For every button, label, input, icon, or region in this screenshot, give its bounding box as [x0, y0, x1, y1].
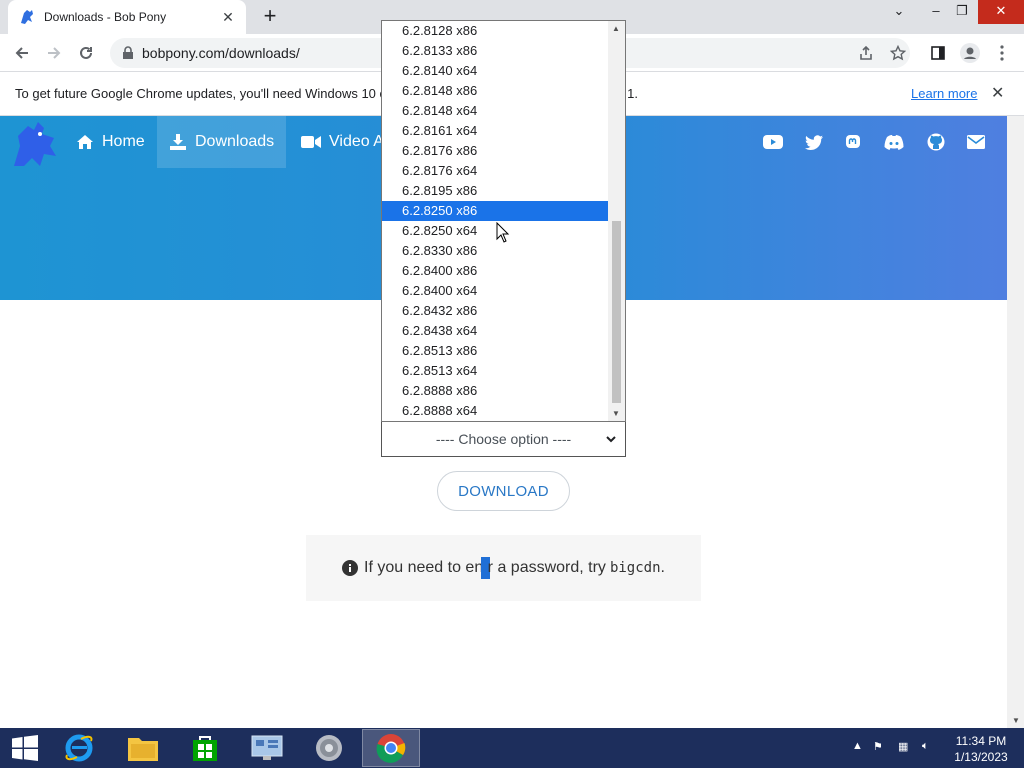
- version-select[interactable]: ---- Choose option ----: [381, 421, 626, 457]
- notice-period: .: [660, 559, 665, 576]
- dropdown-option[interactable]: 6.2.8400 x64: [382, 281, 608, 301]
- dropdown-option[interactable]: 6.2.8195 x86: [382, 181, 608, 201]
- nav-home[interactable]: Home: [64, 116, 157, 168]
- scroll-down-arrow-icon[interactable]: ▼: [1012, 716, 1020, 725]
- dropdown-scrollbar[interactable]: ▲ ▼: [608, 21, 625, 421]
- windows-taskbar: ▲ ⚑ ▦ 🔈︎ 11:34 PM 1/13/2023: [0, 728, 1024, 768]
- bobpony-favicon-icon: [21, 10, 33, 24]
- browser-tab[interactable]: Downloads - Bob Pony ✕: [8, 0, 246, 34]
- taskbar-internet-explorer[interactable]: [50, 729, 108, 767]
- download-icon: [170, 134, 186, 150]
- dropdown-option[interactable]: 6.2.8176 x64: [382, 161, 608, 181]
- dropdown-option[interactable]: 6.2.8888 x64: [382, 401, 608, 421]
- dropdown-option[interactable]: 6.2.8250 x64: [382, 221, 608, 241]
- infobar-close-icon[interactable]: ✕: [991, 83, 1004, 103]
- folder-icon: [128, 738, 158, 761]
- scroll-up-arrow-icon[interactable]: ▲: [612, 24, 620, 33]
- taskbar-sound[interactable]: [300, 729, 358, 767]
- dropdown-option[interactable]: 6.2.8140 x64: [382, 61, 608, 81]
- reload-icon[interactable]: [74, 42, 98, 64]
- password-notice: If you need to ent r a password, try big…: [306, 535, 701, 601]
- show-hidden-icons-icon[interactable]: ▲: [852, 740, 863, 752]
- twitter-icon[interactable]: [804, 132, 824, 152]
- windows-logo-icon: [12, 735, 38, 761]
- github-icon[interactable]: [926, 132, 946, 152]
- control-panel-icon: [251, 735, 283, 760]
- notice-text-start: If you need to ent: [364, 559, 488, 576]
- dropdown-option[interactable]: 6.2.8176 x86: [382, 141, 608, 161]
- clock-time: 11:34 PM: [955, 734, 1007, 748]
- tab-close-icon[interactable]: ✕: [220, 9, 236, 26]
- tab-title: Downloads - Bob Pony: [44, 10, 167, 24]
- page-scrollbar[interactable]: ▼: [1007, 116, 1024, 728]
- taskbar-file-explorer[interactable]: [114, 729, 172, 767]
- learn-more-link[interactable]: Learn more: [911, 86, 977, 101]
- notice-text-end: r a password, try: [487, 559, 606, 576]
- version-select-value: ---- Choose option ----: [435, 431, 572, 447]
- dropdown-scroll-thumb[interactable]: [612, 221, 621, 403]
- nav-home-label: Home: [102, 133, 145, 150]
- dropdown-option[interactable]: 6.2.8330 x86: [382, 241, 608, 261]
- chrome-icon: [376, 734, 406, 763]
- home-icon: [77, 135, 93, 149]
- mouse-pointer-icon: [496, 222, 510, 243]
- dropdown-option[interactable]: 6.2.8513 x64: [382, 361, 608, 381]
- scroll-down-arrow-icon[interactable]: ▼: [612, 409, 620, 418]
- store-icon: [193, 736, 217, 761]
- internet-explorer-icon: [65, 734, 93, 762]
- dropdown-option[interactable]: 6.2.8432 x86: [382, 301, 608, 321]
- dropdown-option[interactable]: 6.2.8400 x86: [382, 261, 608, 281]
- dropdown-option[interactable]: 6.2.8148 x64: [382, 101, 608, 121]
- dropdown-option[interactable]: 6.2.8161 x64: [382, 121, 608, 141]
- taskbar-control-panel[interactable]: [238, 729, 296, 767]
- url-text: bobpony.com/downloads/: [142, 45, 300, 61]
- action-center-flag-icon[interactable]: ⚑: [873, 740, 883, 753]
- menu-kebab-icon[interactable]: [990, 42, 1014, 64]
- dropdown-option[interactable]: 6.2.8148 x86: [382, 81, 608, 101]
- bookmark-star-icon[interactable]: [886, 42, 910, 64]
- dropdown-option[interactable]: 6.2.8888 x86: [382, 381, 608, 401]
- chevron-down-icon: [606, 436, 616, 443]
- back-icon[interactable]: [10, 42, 34, 64]
- email-icon[interactable]: [966, 132, 986, 152]
- taskbar-store[interactable]: [176, 729, 234, 767]
- nav-video-label: Video A: [329, 133, 384, 150]
- download-button[interactable]: DOWNLOAD: [437, 471, 570, 511]
- dropdown-option[interactable]: 6.2.8250 x86: [382, 201, 608, 221]
- new-tab-button[interactable]: +: [258, 5, 282, 29]
- dropdown-option[interactable]: 6.2.8128 x86: [382, 21, 608, 41]
- system-clock[interactable]: 11:34 PM 1/13/2023: [950, 733, 1012, 765]
- nav-downloads-label: Downloads: [195, 133, 275, 150]
- restore-button[interactable]: ❐: [946, 0, 978, 24]
- volume-icon[interactable]: 🔈︎: [922, 740, 929, 753]
- start-button[interactable]: [0, 729, 50, 767]
- nav-video[interactable]: Video A: [289, 116, 396, 168]
- clock-date: 1/13/2023: [954, 750, 1008, 764]
- side-panel-icon[interactable]: [926, 42, 950, 64]
- dropdown-options: 6.2.8128 x86 6.2.8133 x86 6.2.8140 x64 6.2.…: [382, 21, 608, 421]
- forward-icon[interactable]: [42, 42, 66, 64]
- version-dropdown-list[interactable]: 6.2.8128 x86 6.2.8133 x86 6.2.8140 x64 6.2.…: [381, 20, 626, 422]
- close-window-button[interactable]: ✕: [978, 0, 1024, 24]
- nav-downloads[interactable]: Downloads: [157, 116, 287, 168]
- lock-icon: [123, 46, 133, 59]
- discord-icon[interactable]: [884, 132, 904, 152]
- password-code: bigcdn: [609, 560, 661, 576]
- dropdown-option[interactable]: 6.2.8438 x64: [382, 321, 608, 341]
- dropdown-option[interactable]: 6.2.8133 x86: [382, 41, 608, 61]
- tab-search-icon[interactable]: ⌄: [883, 0, 915, 24]
- network-icon[interactable]: ▦: [898, 740, 908, 753]
- profile-avatar-icon[interactable]: [958, 42, 982, 64]
- info-circle-icon: [342, 560, 359, 576]
- speaker-icon: [316, 735, 342, 761]
- youtube-icon[interactable]: [763, 132, 783, 152]
- video-camera-icon: [301, 136, 321, 148]
- dropdown-option[interactable]: 6.2.8513 x86: [382, 341, 608, 361]
- bobpony-logo-icon[interactable]: [10, 120, 62, 168]
- taskbar-chrome[interactable]: [362, 729, 420, 767]
- mastodon-icon[interactable]: [843, 132, 863, 152]
- share-icon[interactable]: [854, 42, 878, 64]
